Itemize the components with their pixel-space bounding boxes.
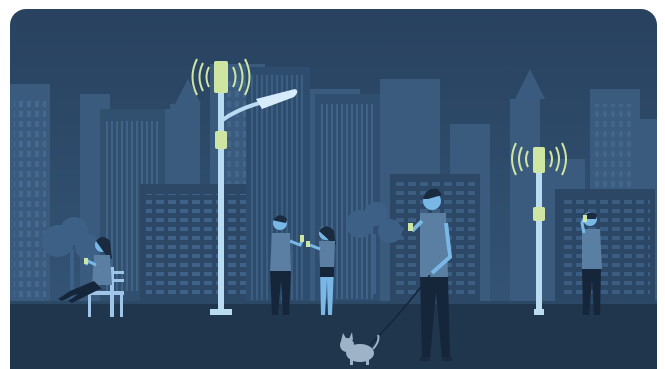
smartphone-icon [583,215,587,222]
smartphone-icon [306,241,310,247]
ground [10,301,657,369]
city-illustration [10,9,657,369]
smartphone-icon [84,258,88,264]
smartphone-icon [408,223,413,231]
smartphone-icon [300,235,304,242]
